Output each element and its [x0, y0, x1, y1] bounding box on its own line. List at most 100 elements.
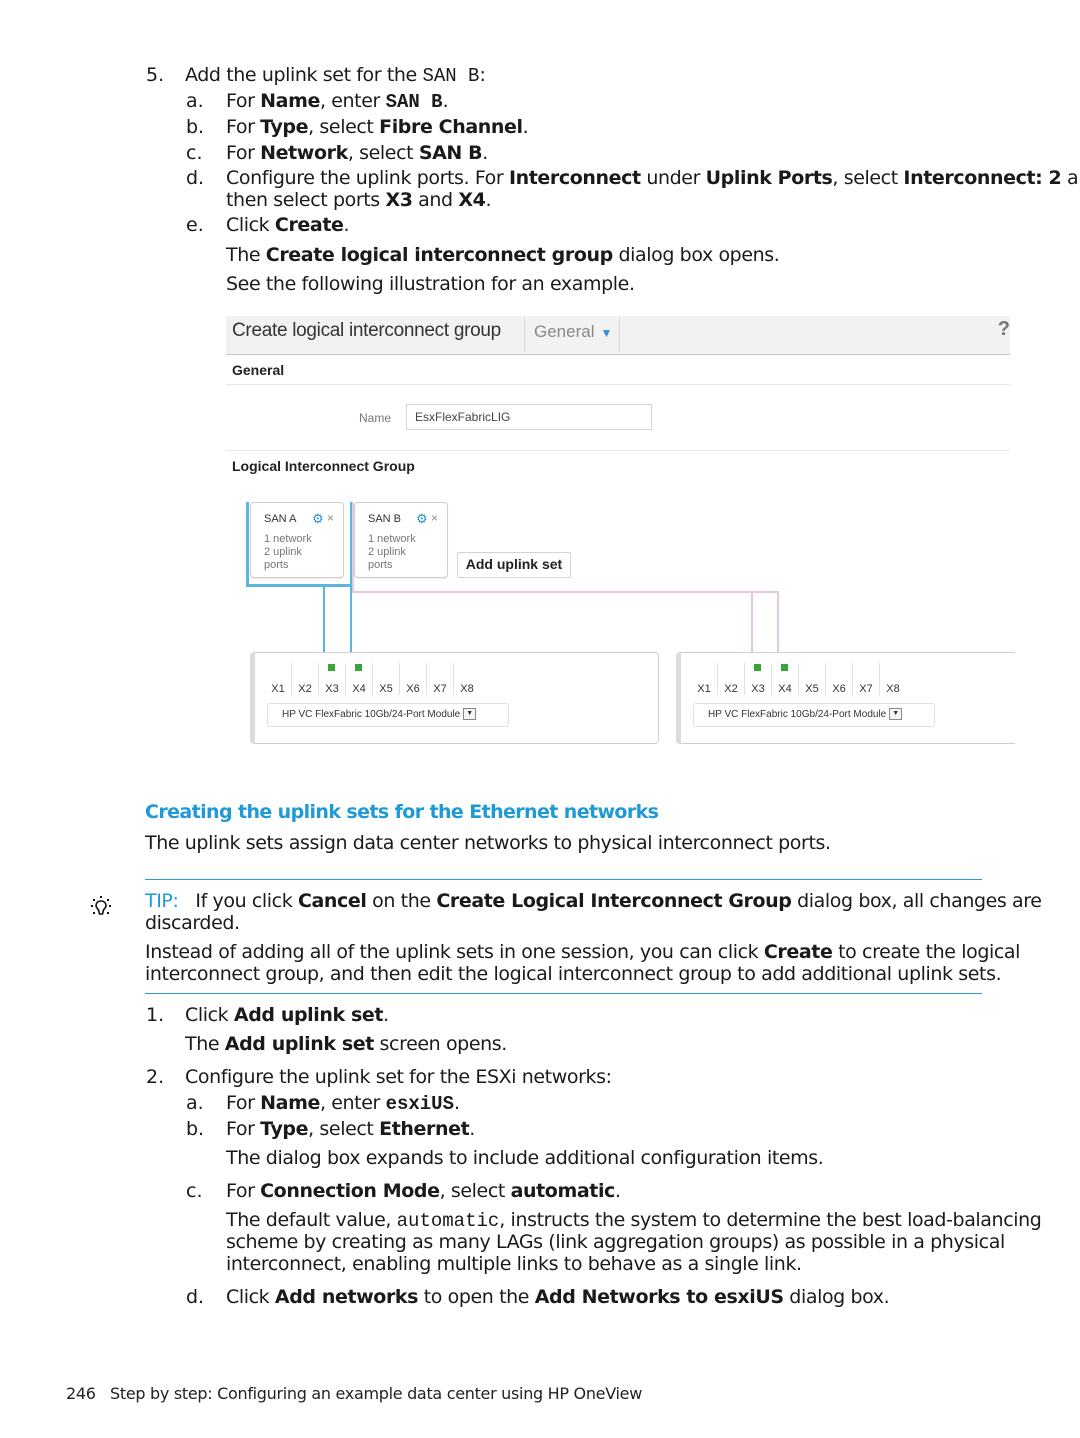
tip-label: TIP: — [145, 890, 179, 912]
port-x6[interactable]: X6 — [826, 663, 853, 695]
dropdown-icon[interactable]: ▼ — [889, 708, 903, 721]
port-label: X2 — [724, 683, 738, 695]
text: For — [226, 1180, 261, 1202]
port-x5[interactable]: X5 — [799, 663, 826, 695]
note-cont: interconnect, enabling multiple links to… — [226, 1253, 802, 1275]
text: . — [453, 1092, 460, 1114]
text: screen opens. — [373, 1033, 508, 1055]
module-type-select[interactable]: HP VC FlexFabric 10Gb/24-Port Module ▼ — [693, 703, 935, 727]
text: For — [226, 90, 261, 112]
port-x8[interactable]: X8 — [454, 663, 480, 695]
port-label: X8 — [460, 683, 474, 695]
lightbulb-icon — [91, 896, 111, 915]
text: then select ports — [226, 189, 386, 211]
port-label: X8 — [886, 683, 900, 695]
name-label: Name — [359, 411, 392, 425]
divider — [524, 318, 525, 352]
port-label: X5 — [805, 683, 819, 695]
note: The dialog box expands to include additi… — [226, 1147, 824, 1169]
text: For — [226, 1118, 261, 1140]
section-nav-dropdown[interactable]: General ▼ — [534, 322, 612, 342]
gear-icon[interactable]: ⚙ — [312, 511, 324, 527]
port-x2[interactable]: X2 — [292, 663, 319, 695]
tip-paragraph: Instead of adding all of the uplink sets… — [145, 941, 1020, 963]
text: dialog box. — [783, 1286, 890, 1308]
port-x4[interactable]: X4 — [346, 663, 373, 695]
close-icon[interactable]: × — [327, 511, 334, 525]
note: The Add uplink set screen opens. — [185, 1033, 507, 1055]
port-x3[interactable]: X3 — [745, 663, 772, 695]
bold-text: Network — [260, 142, 348, 164]
text: , select — [439, 1180, 511, 1202]
close-icon[interactable]: × — [431, 511, 438, 525]
substep-text: Click Add networks to open the Add Netwo… — [226, 1286, 890, 1308]
port-label: X1 — [697, 683, 711, 695]
port-x8[interactable]: X8 — [880, 663, 906, 695]
note: The Create logical interconnect group di… — [226, 244, 780, 266]
divider — [226, 450, 1010, 451]
text: The default value, — [226, 1209, 397, 1231]
bold-text: Type — [260, 1118, 309, 1140]
bold-text: SAN B — [418, 142, 483, 164]
name-input[interactable]: EsxFlexFabricLIG — [406, 404, 652, 430]
port-x3[interactable]: X3 — [319, 663, 346, 695]
uplink-set-desc: 1 network 2 uplink ports — [368, 533, 416, 571]
port-active-indicator — [781, 664, 788, 671]
section-heading: General — [232, 362, 285, 378]
divider — [226, 384, 1010, 385]
step-number: 1. — [146, 1004, 165, 1026]
tip-paragraph-cont: interconnect group, and then edit the lo… — [145, 963, 1002, 985]
text: The — [226, 244, 266, 266]
text: For — [226, 116, 261, 138]
text: , enter — [319, 1092, 386, 1114]
bold-text: Interconnect — [508, 167, 641, 189]
code: SAN B — [422, 65, 480, 87]
port-x2[interactable]: X2 — [718, 663, 745, 695]
port-x1[interactable]: X1 — [265, 663, 292, 695]
port-x7[interactable]: X7 — [853, 663, 880, 695]
bold-text: Type — [260, 116, 309, 138]
port-x6[interactable]: X6 — [400, 663, 427, 695]
code: SAN B — [385, 91, 443, 113]
note: The default value, automatic, instructs … — [226, 1209, 1042, 1232]
uplink-set-card[interactable]: SAN B ⚙ × 1 network 2 uplink ports — [354, 502, 448, 578]
port-label: X4 — [778, 683, 792, 695]
paragraph: The uplink sets assign data center netwo… — [145, 832, 831, 854]
dropdown-icon[interactable]: ▼ — [463, 708, 477, 721]
port-x5[interactable]: X5 — [373, 663, 400, 695]
substep-letter: a. — [186, 1092, 204, 1114]
port-label: X5 — [379, 683, 393, 695]
text: under — [640, 167, 706, 189]
code: esxiUS — [385, 1093, 454, 1115]
bold-text: Ethernet — [379, 1118, 470, 1140]
san-a-connector — [323, 586, 325, 660]
uplink-set-name: SAN B — [368, 513, 402, 525]
text: If you click — [195, 890, 298, 912]
uplink-set-card[interactable]: SAN A ⚙ × 1 network 2 uplink ports — [250, 502, 344, 578]
text: Configure the uplink ports. For — [226, 167, 509, 189]
port-x7[interactable]: X7 — [427, 663, 454, 695]
module-type-select[interactable]: HP VC FlexFabric 10Gb/24-Port Module ▼ — [267, 703, 509, 727]
uplink-set-desc: 1 network 2 uplink ports — [264, 533, 312, 571]
bold-text: Create — [763, 941, 833, 963]
port-list: X1 X2 X3 X4 X5 X6 X7 X8 — [265, 663, 480, 695]
help-icon[interactable]: ? — [998, 318, 1010, 341]
port-x1[interactable]: X1 — [691, 663, 718, 695]
bold-text: Create Logical Interconnect Group — [436, 890, 792, 912]
text: , select — [832, 167, 904, 189]
substep-letter: c. — [186, 1180, 203, 1202]
substep-letter: c. — [186, 142, 203, 164]
text: and — [412, 189, 459, 211]
add-uplink-set-button[interactable]: Add uplink set — [457, 552, 571, 578]
san-a-connector — [246, 584, 352, 587]
san-b-connector — [751, 591, 753, 660]
dialog-illustration: Create logical interconnect group Genera… — [226, 316, 1015, 746]
text: For — [226, 142, 261, 164]
bold-text: Connection Mode — [260, 1180, 440, 1202]
text: dialog box, all changes are — [791, 890, 1042, 912]
port-label: X7 — [859, 683, 873, 695]
gear-icon[interactable]: ⚙ — [416, 511, 428, 527]
port-x4[interactable]: X4 — [772, 663, 799, 695]
text: . — [469, 1118, 475, 1140]
dialog-header: Create logical interconnect group Genera… — [226, 316, 1010, 355]
